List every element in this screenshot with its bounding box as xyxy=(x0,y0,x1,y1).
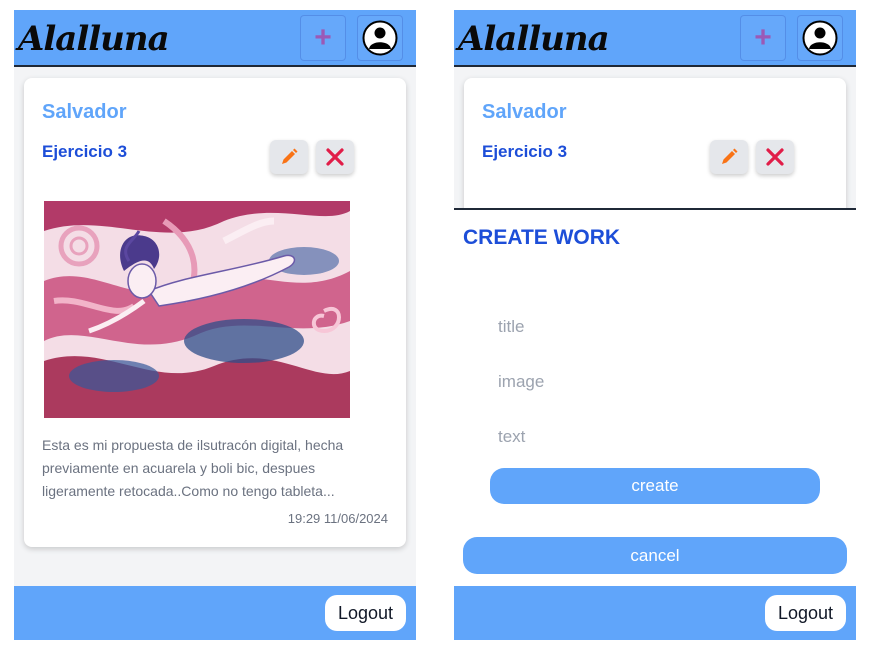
app-footer: Logout xyxy=(454,586,856,640)
create-button[interactable]: create xyxy=(490,468,820,504)
cancel-button[interactable]: cancel xyxy=(463,537,847,574)
text-input[interactable] xyxy=(498,422,798,452)
user-avatar-icon xyxy=(362,20,398,56)
post-author[interactable]: Salvador xyxy=(42,101,126,124)
profile-button[interactable] xyxy=(357,15,403,61)
close-x-icon xyxy=(766,148,784,166)
add-work-button[interactable]: + xyxy=(300,15,346,61)
description-line: Esta es mi propuesta de ilsutracón digit… xyxy=(42,437,344,453)
post-author[interactable]: Salvador xyxy=(482,101,566,124)
post-description: Esta es mi propuesta de ilsutracón digit… xyxy=(42,434,392,503)
post-artwork-image xyxy=(44,201,350,418)
work-card: Salvador Ejercicio 3 xyxy=(24,78,406,547)
create-work-modal: CREATE WORK create cancel xyxy=(454,208,856,586)
edit-button[interactable] xyxy=(270,140,308,174)
delete-button[interactable] xyxy=(756,140,794,174)
home-screen: Alalluna + Salvador Ejercicio 3 Esta es … xyxy=(14,10,416,640)
pencil-icon xyxy=(722,148,738,164)
app-logo[interactable]: Alalluna xyxy=(18,14,170,64)
plus-icon: + xyxy=(314,21,332,54)
logout-button[interactable]: Logout xyxy=(325,595,406,631)
post-title: Ejercicio 3 xyxy=(482,142,568,161)
delete-button[interactable] xyxy=(316,140,354,174)
app-header: Alalluna + xyxy=(14,10,416,67)
description-line: previamente en acuarela y boli bic, desp… xyxy=(42,460,316,476)
close-x-icon xyxy=(326,148,344,166)
add-work-button[interactable]: + xyxy=(740,15,786,61)
pencil-icon xyxy=(282,148,298,164)
app-footer: Logout xyxy=(14,586,416,640)
title-input[interactable] xyxy=(498,312,798,342)
plus-icon: + xyxy=(754,21,772,54)
app-header: Alalluna + xyxy=(454,10,856,67)
logout-button[interactable]: Logout xyxy=(765,595,846,631)
app-logo[interactable]: Alalluna xyxy=(458,14,610,64)
description-line: ligeramente retocada..Como no tengo tabl… xyxy=(42,483,335,499)
edit-button[interactable] xyxy=(710,140,748,174)
user-avatar-icon xyxy=(802,20,838,56)
profile-button[interactable] xyxy=(797,15,843,61)
create-work-screen: Alalluna + Salvador Ejercicio 3 CREATE W… xyxy=(454,10,856,640)
image-input[interactable] xyxy=(498,367,798,397)
create-work-heading: CREATE WORK xyxy=(463,226,621,249)
post-date: 19:29 11/06/2024 xyxy=(287,511,388,526)
post-title: Ejercicio 3 xyxy=(42,142,128,161)
